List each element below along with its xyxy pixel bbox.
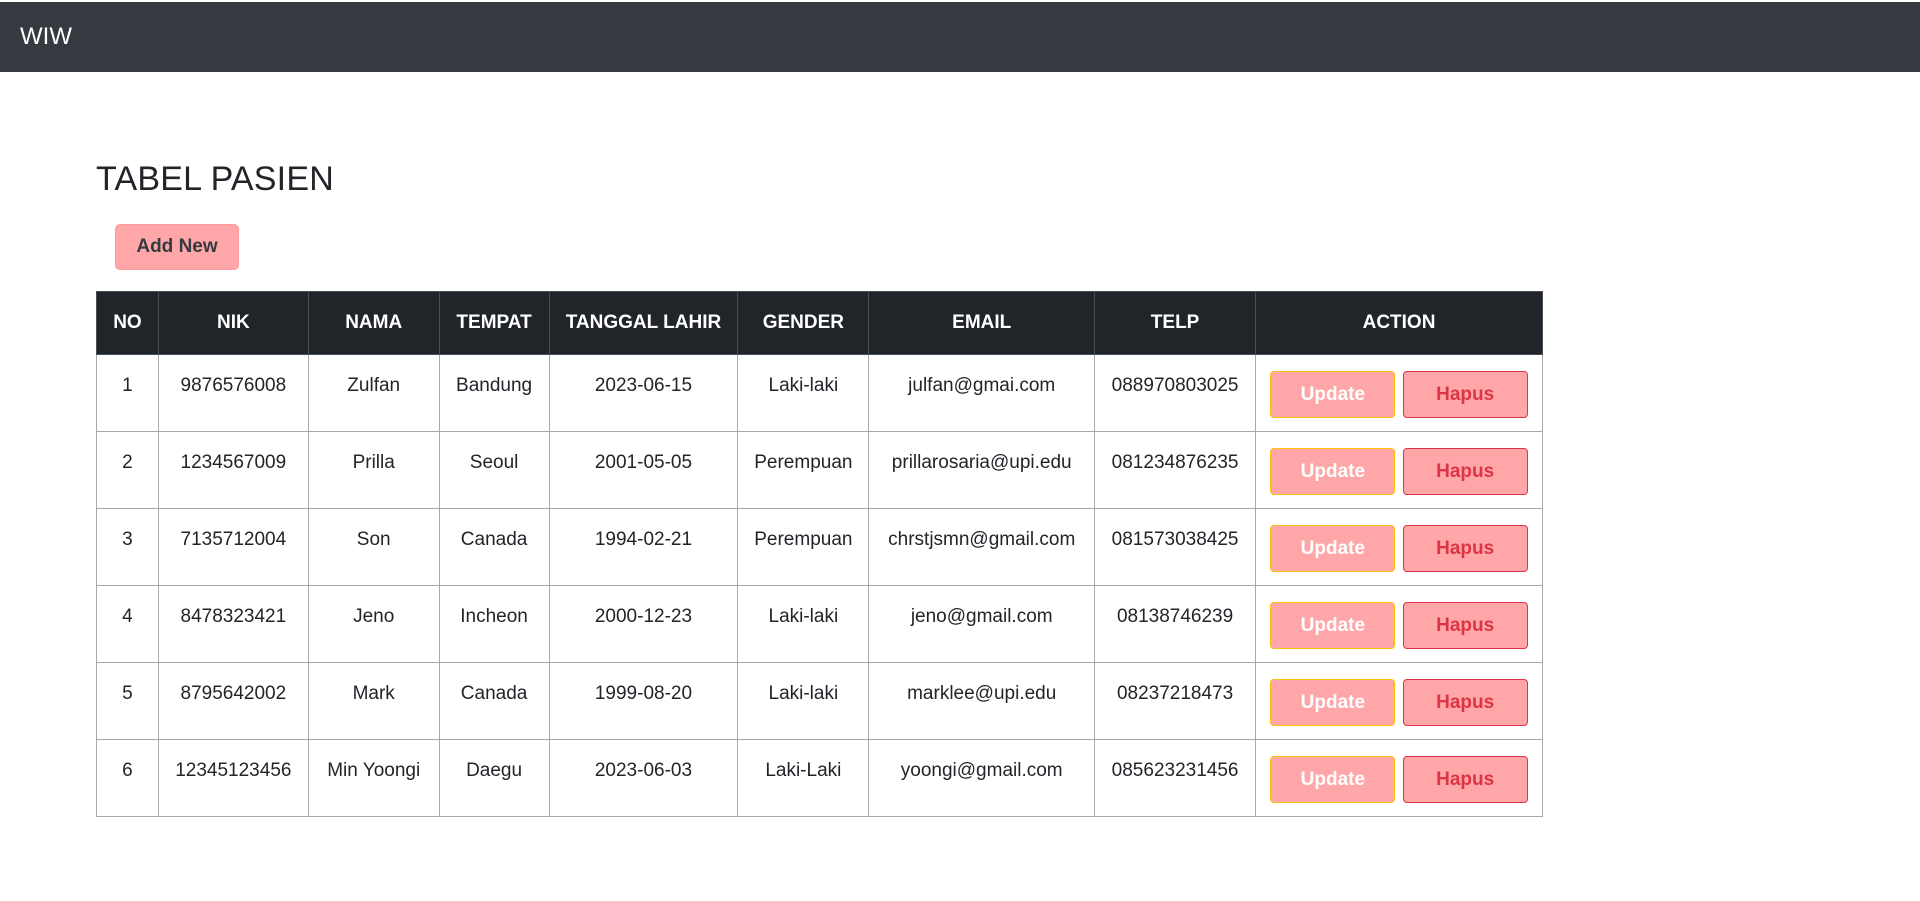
cell-no: 3 xyxy=(96,508,159,586)
cell-nama: Son xyxy=(307,508,440,586)
cell-nama: Min Yoongi xyxy=(307,739,440,817)
cell-email: jeno@gmail.com xyxy=(868,585,1096,663)
cell-no: 5 xyxy=(96,662,159,740)
cell-no: 4 xyxy=(96,585,159,663)
update-button[interactable]: Update xyxy=(1270,448,1396,495)
navbar-brand[interactable]: WIW xyxy=(20,23,72,51)
header-email: EMAIL xyxy=(868,291,1096,355)
cell-telp: 081573038425 xyxy=(1094,508,1257,586)
cell-email: marklee@upi.edu xyxy=(868,662,1096,740)
add-new-button[interactable]: Add New xyxy=(115,224,239,270)
cell-tanggal-lahir: 2023-06-03 xyxy=(548,739,739,817)
hapus-button[interactable]: Hapus xyxy=(1402,756,1528,803)
cell-nik: 8795642002 xyxy=(157,662,309,740)
table-row: 4 8478323421 Jeno Incheon 2000-12-23 Lak… xyxy=(96,585,1543,663)
update-button[interactable]: Update xyxy=(1270,756,1396,803)
cell-telp: 085623231456 xyxy=(1094,739,1257,817)
cell-no: 6 xyxy=(96,739,159,817)
cell-tanggal-lahir: 1999-08-20 xyxy=(548,662,739,740)
cell-tempat: Daegu xyxy=(438,739,550,817)
cell-gender: Laki-laki xyxy=(737,662,870,740)
cell-tempat: Bandung xyxy=(438,354,550,432)
hapus-button[interactable]: Hapus xyxy=(1402,371,1528,418)
table-row: 6 12345123456 Min Yoongi Daegu 2023-06-0… xyxy=(96,739,1543,817)
navbar: WIW xyxy=(0,2,1920,72)
cell-gender: Laki-laki xyxy=(737,585,870,663)
table-row: 3 7135712004 Son Canada 1994-02-21 Perem… xyxy=(96,508,1543,586)
cell-action: Update Hapus xyxy=(1255,662,1543,740)
cell-telp: 088970803025 xyxy=(1094,354,1257,432)
update-button[interactable]: Update xyxy=(1270,602,1396,649)
header-telp: TELP xyxy=(1094,291,1257,355)
cell-action: Update Hapus xyxy=(1255,354,1543,432)
cell-nama: Zulfan xyxy=(307,354,440,432)
hapus-button[interactable]: Hapus xyxy=(1402,448,1528,495)
header-tempat: TEMPAT xyxy=(438,291,550,355)
patient-table: NO NIK NAMA TEMPAT TANGGAL LAHIR GENDER … xyxy=(96,291,1543,817)
header-tanggal-lahir: TANGGAL LAHIR xyxy=(548,291,739,355)
page-title: TABEL PASIEN xyxy=(96,160,334,198)
cell-gender: Laki-Laki xyxy=(737,739,870,817)
cell-no: 1 xyxy=(96,354,159,432)
main-content: TABEL PASIEN Add New NO NIK NAMA TEMPAT … xyxy=(96,160,1543,817)
cell-tempat: Seoul xyxy=(438,431,550,509)
table-row: 5 8795642002 Mark Canada 1999-08-20 Laki… xyxy=(96,662,1543,740)
cell-tanggal-lahir: 2000-12-23 xyxy=(548,585,739,663)
cell-email: yoongi@gmail.com xyxy=(868,739,1096,817)
cell-tempat: Canada xyxy=(438,508,550,586)
cell-tempat: Canada xyxy=(438,662,550,740)
cell-nik: 8478323421 xyxy=(157,585,309,663)
header-nama: NAMA xyxy=(307,291,440,355)
update-button[interactable]: Update xyxy=(1270,525,1396,572)
cell-telp: 08237218473 xyxy=(1094,662,1257,740)
cell-gender: Perempuan xyxy=(737,431,870,509)
cell-gender: Laki-laki xyxy=(737,354,870,432)
cell-email: prillarosaria@upi.edu xyxy=(868,431,1096,509)
cell-nik: 7135712004 xyxy=(157,508,309,586)
table-body: 1 9876576008 Zulfan Bandung 2023-06-15 L… xyxy=(96,354,1543,817)
cell-telp: 081234876235 xyxy=(1094,431,1257,509)
cell-action: Update Hapus xyxy=(1255,431,1543,509)
update-button[interactable]: Update xyxy=(1270,679,1396,726)
hapus-button[interactable]: Hapus xyxy=(1402,525,1528,572)
hapus-button[interactable]: Hapus xyxy=(1402,679,1528,726)
table-header-row: NO NIK NAMA TEMPAT TANGGAL LAHIR GENDER … xyxy=(96,291,1543,355)
cell-tanggal-lahir: 1994-02-21 xyxy=(548,508,739,586)
cell-nik: 9876576008 xyxy=(157,354,309,432)
cell-no: 2 xyxy=(96,431,159,509)
cell-action: Update Hapus xyxy=(1255,508,1543,586)
cell-nama: Prilla xyxy=(307,431,440,509)
cell-nama: Jeno xyxy=(307,585,440,663)
cell-gender: Perempuan xyxy=(737,508,870,586)
update-button[interactable]: Update xyxy=(1270,371,1396,418)
cell-nik: 1234567009 xyxy=(157,431,309,509)
cell-tempat: Incheon xyxy=(438,585,550,663)
header-no: NO xyxy=(96,291,159,355)
cell-nik: 12345123456 xyxy=(157,739,309,817)
cell-tanggal-lahir: 2001-05-05 xyxy=(548,431,739,509)
table-row: 1 9876576008 Zulfan Bandung 2023-06-15 L… xyxy=(96,354,1543,432)
header-gender: GENDER xyxy=(737,291,870,355)
cell-email: julfan@gmai.com xyxy=(868,354,1096,432)
table-row: 2 1234567009 Prilla Seoul 2001-05-05 Per… xyxy=(96,431,1543,509)
cell-action: Update Hapus xyxy=(1255,739,1543,817)
cell-tanggal-lahir: 2023-06-15 xyxy=(548,354,739,432)
cell-email: chrstjsmn@gmail.com xyxy=(868,508,1096,586)
cell-telp: 08138746239 xyxy=(1094,585,1257,663)
header-nik: NIK xyxy=(157,291,309,355)
hapus-button[interactable]: Hapus xyxy=(1402,602,1528,649)
cell-action: Update Hapus xyxy=(1255,585,1543,663)
cell-nama: Mark xyxy=(307,662,440,740)
header-action: ACTION xyxy=(1255,291,1543,355)
